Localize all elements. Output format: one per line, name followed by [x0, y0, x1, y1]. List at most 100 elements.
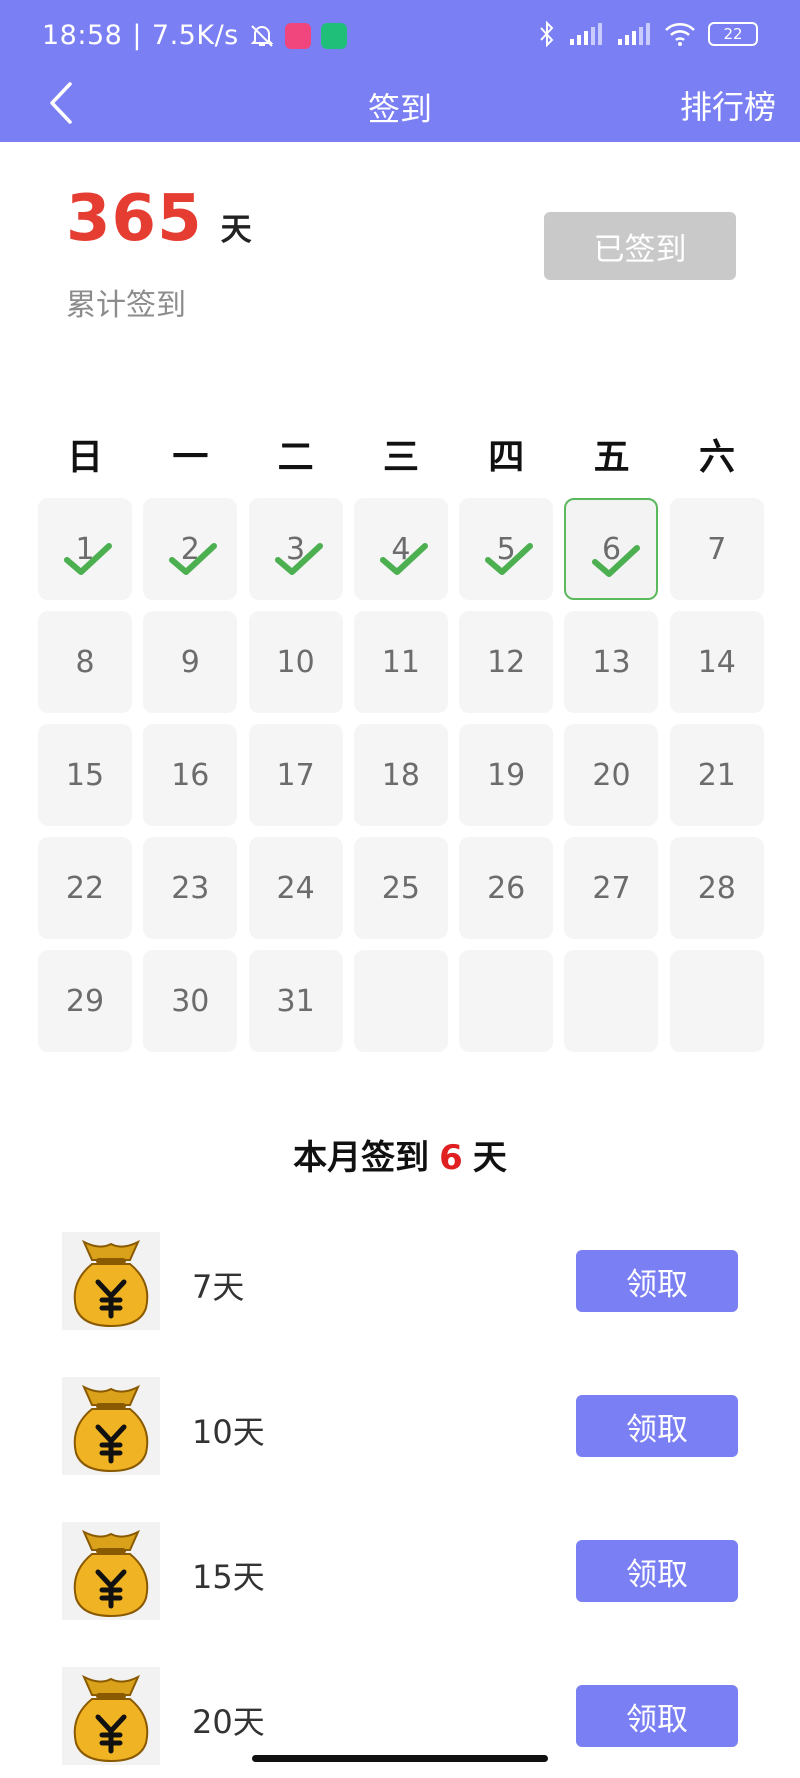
- weekday-header: 日一二三四五六: [38, 428, 764, 480]
- calendar-day[interactable]: 17: [248, 724, 343, 826]
- calendar-day[interactable]: 8: [38, 611, 132, 713]
- month-summary-count: 6: [439, 1138, 463, 1178]
- calendar-day-number: 25: [381, 870, 420, 906]
- money-bag-icon: [62, 1667, 160, 1765]
- calendar-day-number: 28: [697, 870, 736, 906]
- bell-muted-icon: [250, 24, 274, 47]
- checkmark-icon: [64, 543, 112, 575]
- calendar-day[interactable]: 18: [353, 724, 448, 826]
- calendar-day-number: 16: [171, 757, 210, 793]
- calendar-day[interactable]: 4: [353, 498, 448, 600]
- signal-icon: [618, 23, 650, 45]
- signal-hd-icon: [570, 23, 602, 45]
- calendar-empty-cell: [564, 950, 659, 1052]
- wifi-icon: [665, 23, 695, 46]
- calendar-day[interactable]: 24: [248, 837, 343, 939]
- calendar-day[interactable]: 3: [248, 498, 343, 600]
- calendar-day[interactable]: 6: [564, 498, 659, 600]
- claim-button[interactable]: 领取: [576, 1540, 738, 1602]
- month-summary: 本月签到 6 天: [0, 1130, 800, 1179]
- calendar-day[interactable]: 1: [38, 498, 132, 600]
- calendar-day[interactable]: 14: [669, 611, 764, 713]
- reward-days-label: 15天: [192, 1558, 265, 1596]
- checkmark-icon: [379, 543, 428, 575]
- month-summary-suffix: 天: [472, 1138, 507, 1178]
- checkmark-icon: [485, 543, 534, 575]
- app-notification-icon: [284, 22, 311, 49]
- calendar-day-number: 14: [697, 644, 736, 680]
- header: 18:58 | 7.5K/s 22 签到 排行榜: [0, 0, 800, 142]
- calendar-day-number: 29: [65, 983, 105, 1019]
- calendar-day[interactable]: 29: [38, 950, 132, 1052]
- calendar-day-number: 8: [75, 644, 95, 680]
- calendar-day-number: 22: [65, 870, 105, 906]
- calendar-day[interactable]: 5: [459, 498, 554, 600]
- calendar-day-number: 11: [381, 644, 420, 680]
- calendar-day-number: 10: [276, 644, 315, 680]
- calendar-day[interactable]: 30: [143, 950, 238, 1052]
- reward-days-label: 7天: [192, 1268, 245, 1306]
- ranking-button[interactable]: 排行榜: [680, 82, 776, 128]
- status-left: 18:58 | 7.5K/s: [42, 20, 347, 51]
- weekday-label: 五: [593, 437, 630, 478]
- shield-icon: [320, 22, 347, 49]
- weekday-label: 四: [488, 437, 525, 478]
- checkmark-icon: [592, 545, 641, 577]
- reward-row: 15天 领取: [62, 1522, 738, 1622]
- calendar-day[interactable]: 11: [353, 611, 448, 713]
- calendar-day-number: 24: [276, 870, 315, 906]
- calendar-day[interactable]: 21: [669, 724, 764, 826]
- checkmark-icon: [169, 543, 218, 575]
- calendar-day[interactable]: 16: [143, 724, 238, 826]
- calendar-day[interactable]: 13: [564, 611, 659, 713]
- calendar-empty-cell: [669, 950, 764, 1052]
- calendar-day-number: 26: [487, 870, 526, 906]
- calendar-day[interactable]: 9: [143, 611, 238, 713]
- calendar-day[interactable]: 15: [38, 724, 132, 826]
- calendar-day[interactable]: 31: [248, 950, 343, 1052]
- calendar-day-number: 13: [592, 644, 631, 680]
- weekday-label: 六: [698, 437, 735, 478]
- signed-in-button[interactable]: 已签到: [544, 212, 736, 280]
- calendar-day[interactable]: 12: [459, 611, 554, 713]
- month-summary-prefix: 本月签到: [293, 1138, 430, 1178]
- calendar-day[interactable]: 26: [459, 837, 554, 939]
- claim-button[interactable]: 领取: [576, 1395, 738, 1457]
- calendar-day[interactable]: 10: [248, 611, 343, 713]
- claim-button[interactable]: 领取: [576, 1250, 738, 1312]
- reward-row: 10天 领取: [62, 1377, 738, 1477]
- calendar-day-number: 12: [487, 644, 526, 680]
- network-speed: 7.5K/s: [151, 20, 239, 51]
- calendar-empty-cell: [459, 950, 554, 1052]
- reward-days-label: 10天: [192, 1413, 265, 1451]
- status-time: 18:58: [42, 20, 123, 51]
- weekday-label: 二: [277, 437, 314, 478]
- home-indicator[interactable]: [252, 1755, 548, 1762]
- calendar-day-number: 9: [180, 644, 200, 680]
- calendar-empty-cell: [353, 950, 448, 1052]
- reward-row: 7天 领取: [62, 1232, 738, 1332]
- calendar-day[interactable]: 19: [459, 724, 554, 826]
- weekday-label: 三: [382, 437, 419, 478]
- reward-row: 20天 领取: [62, 1667, 738, 1767]
- calendar-day-number: 31: [276, 983, 315, 1019]
- calendar-day[interactable]: 28: [669, 837, 764, 939]
- status-right: 22: [538, 20, 758, 48]
- battery-icon: 22: [708, 22, 758, 46]
- claim-button[interactable]: 领取: [576, 1685, 738, 1747]
- calendar-day[interactable]: 25: [353, 837, 448, 939]
- calendar-day[interactable]: 27: [564, 837, 659, 939]
- calendar-day[interactable]: 20: [564, 724, 659, 826]
- money-bag-icon: [62, 1377, 160, 1475]
- calendar-day-number: 17: [276, 757, 315, 793]
- calendar-day-number: 7: [707, 531, 727, 567]
- calendar-day-number: 19: [487, 757, 526, 793]
- calendar-grid: 1 2 3 4 5 6 7 8 9 10 11 12 13 14 15 16 17 18 19 20 21 22 23 24 2…: [38, 498, 764, 1052]
- calendar-day[interactable]: 2: [143, 498, 238, 600]
- calendar-day[interactable]: 22: [38, 837, 132, 939]
- money-bag-icon: [62, 1232, 160, 1330]
- calendar-day-number: 27: [592, 870, 631, 906]
- calendar-day[interactable]: 23: [143, 837, 238, 939]
- calendar-day[interactable]: 7: [669, 498, 764, 600]
- total-days-count: 365: [66, 182, 203, 256]
